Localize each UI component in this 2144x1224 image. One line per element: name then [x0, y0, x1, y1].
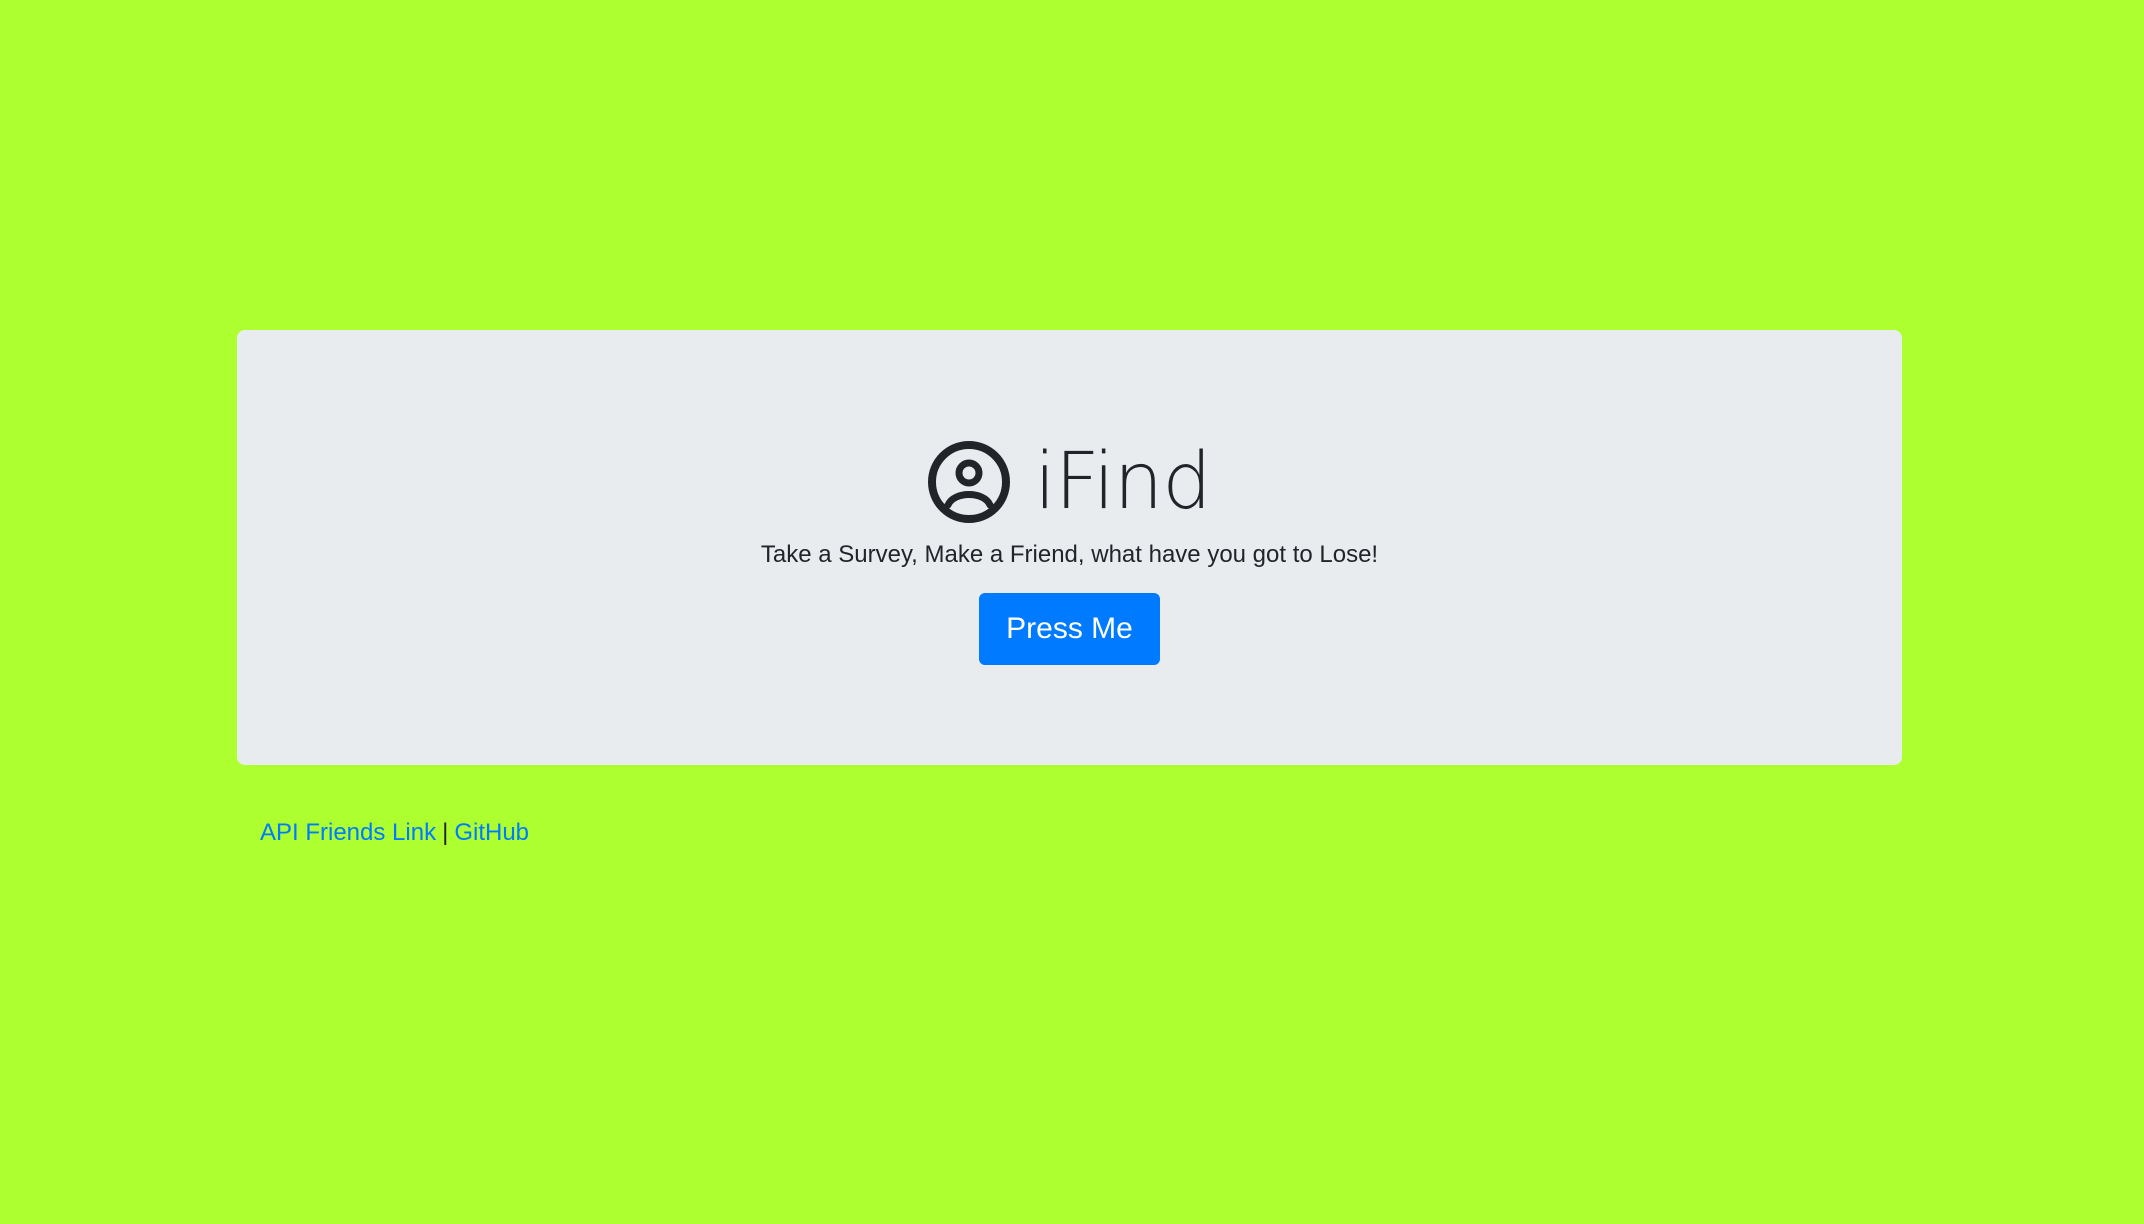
- tagline: Take a Survey, Make a Friend, what have …: [760, 541, 1379, 568]
- link-separator: |: [442, 819, 449, 846]
- hero-panel: iFind Take a Survey, Make a Friend, what…: [237, 330, 1902, 765]
- press-me-button[interactable]: Press Me: [979, 593, 1160, 665]
- user-circle-icon: [928, 441, 1011, 523]
- github-link[interactable]: GitHub: [454, 819, 529, 846]
- footer-links: API Friends Link | GitHub: [260, 818, 529, 848]
- page-title: iFind: [1034, 437, 1211, 527]
- hero-title-row: iFind: [928, 437, 1212, 527]
- api-friends-link[interactable]: API Friends Link: [260, 819, 436, 846]
